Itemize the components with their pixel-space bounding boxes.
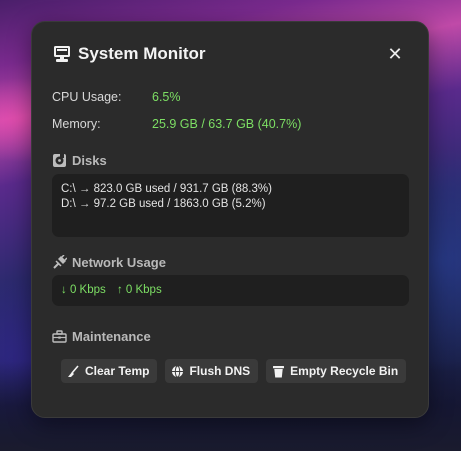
close-button[interactable]: ✕ (384, 42, 406, 66)
flush-dns-label: Flush DNS (189, 364, 251, 378)
disks-heading: Disks (52, 153, 107, 168)
computer-icon (52, 44, 72, 64)
cpu-row: CPU Usage: 6.5% (52, 90, 181, 104)
memory-row: Memory: 25.9 GB / 63.7 GB (40.7%) (52, 117, 301, 131)
disk-line-d: D:\ → 97.2 GB used / 1863.0 GB (5.2%) (61, 198, 266, 210)
upload-speed: ↑ 0 Kbps (116, 284, 162, 296)
globe-icon (172, 365, 184, 377)
memory-value: 25.9 GB / 63.7 GB (40.7%) (152, 117, 302, 131)
cpu-value: 6.5% (152, 90, 181, 104)
trash-icon (273, 365, 285, 377)
clear-temp-button[interactable]: Clear Temp (61, 359, 158, 383)
clear-temp-label: Clear Temp (85, 364, 150, 378)
network-box: ↓ 0 Kbps ↑ 0 Kbps (52, 275, 409, 306)
toolbox-icon (52, 330, 67, 343)
network-plug-icon (53, 255, 67, 269)
memory-label: Memory: (52, 117, 101, 131)
maintenance-heading: Maintenance (52, 329, 151, 344)
cpu-label: CPU Usage: (52, 90, 122, 104)
window-title: System Monitor (78, 44, 206, 63)
disks-box: C:\ → 823.0 GB used / 931.7 GB (88.3%) D… (52, 174, 409, 237)
close-icon: ✕ (387, 43, 403, 64)
flush-dns-button[interactable]: Flush DNS (165, 359, 259, 383)
network-heading: Network Usage (52, 255, 166, 270)
disk-line-c: C:\ → 823.0 GB used / 931.7 GB (88.3%) (61, 183, 272, 195)
window-header: System Monitor ✕ (52, 42, 408, 66)
disks-heading-text: Disks (72, 153, 107, 168)
system-monitor-window: System Monitor ✕ CPU Usage: 6.5% Memory:… (31, 21, 429, 418)
empty-recycle-bin-button[interactable]: Empty Recycle Bin (266, 359, 407, 383)
disk-icon (53, 154, 66, 167)
maintenance-heading-text: Maintenance (72, 329, 151, 344)
download-speed: ↓ 0 Kbps (61, 284, 106, 296)
maintenance-buttons: Clear Temp Flush DNS Empty Recycle Bin (61, 359, 407, 383)
broom-icon (68, 364, 79, 377)
empty-recycle-bin-label: Empty Recycle Bin (290, 364, 399, 378)
network-heading-text: Network Usage (72, 255, 166, 270)
